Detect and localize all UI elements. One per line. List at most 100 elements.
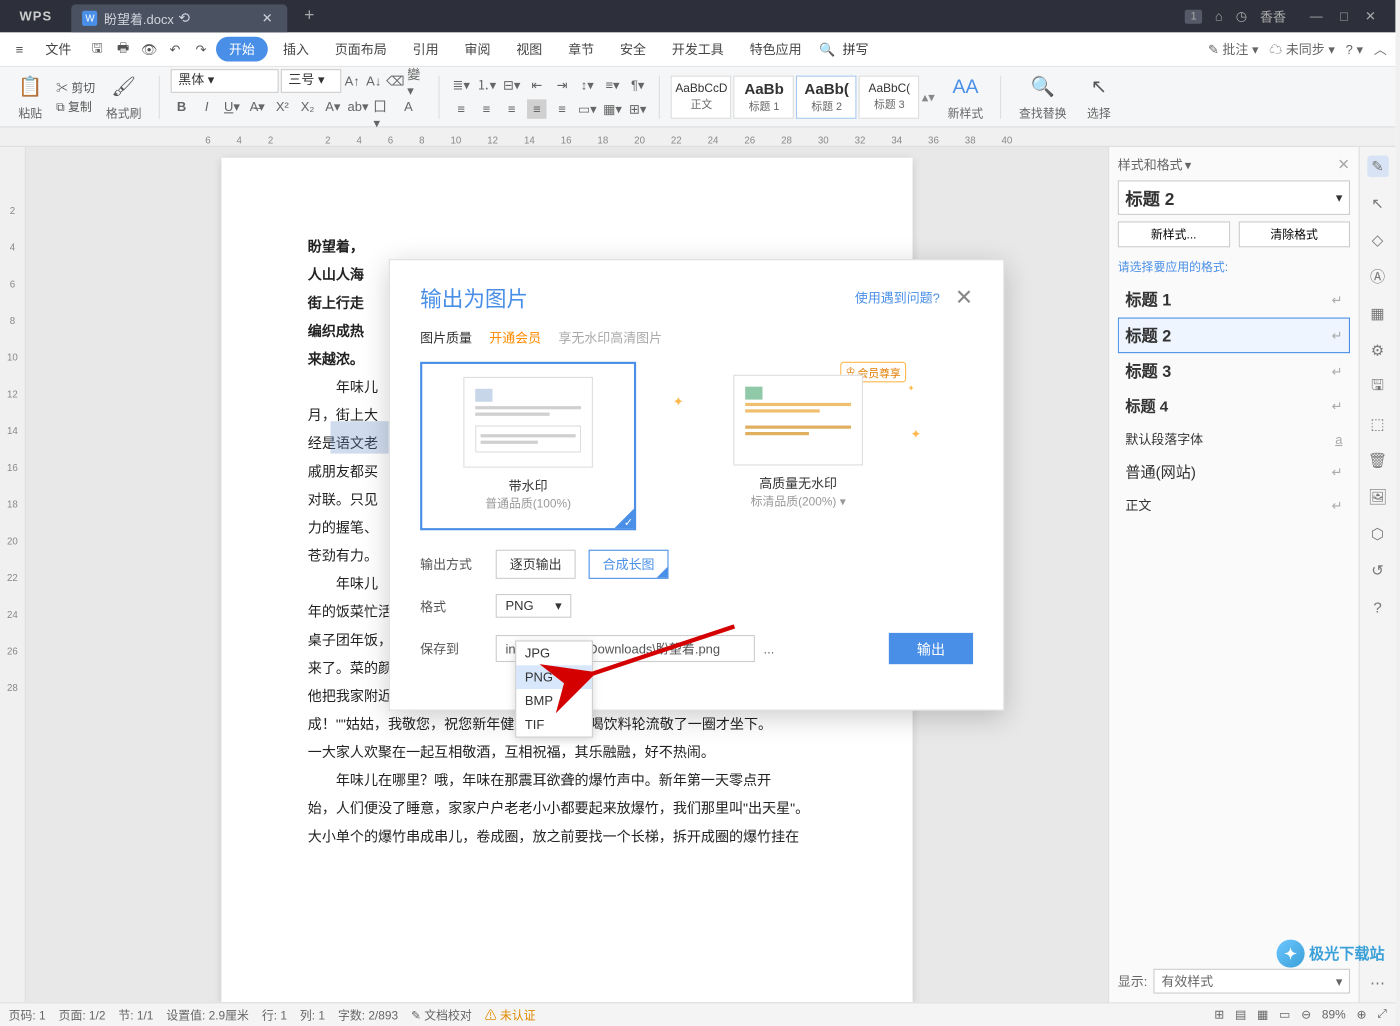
rail-save-icon[interactable]: 🖫: [1367, 376, 1389, 398]
menu-insert[interactable]: 插入: [272, 36, 320, 63]
rail-table-icon[interactable]: ▦: [1367, 302, 1389, 324]
current-style-select[interactable]: 标题 2▾: [1118, 180, 1350, 215]
status-col[interactable]: 列: 1: [300, 1006, 325, 1023]
style-item-default-font[interactable]: 默认段落字体a: [1118, 423, 1350, 454]
select-icon[interactable]: ↖: [1084, 72, 1114, 102]
panel-close-icon[interactable]: ✕: [1337, 156, 1350, 174]
status-proof[interactable]: ✎ 文档校对: [411, 1006, 472, 1023]
view-mode-icon[interactable]: ⊞: [1214, 1008, 1224, 1022]
browse-button[interactable]: ...: [764, 641, 775, 656]
vertical-ruler[interactable]: 246810121416182022242628: [0, 147, 26, 1002]
new-style-button[interactable]: 新样式...: [1118, 221, 1230, 247]
grow-font-icon[interactable]: A↑: [342, 72, 361, 91]
menu-start[interactable]: 开始: [216, 37, 268, 62]
border-icon[interactable]: ▦▾: [603, 99, 622, 118]
home-icon[interactable]: ⌂: [1215, 9, 1223, 24]
tab-quality[interactable]: 图片质量: [420, 328, 472, 346]
zoom-out-icon[interactable]: ⊖: [1301, 1008, 1311, 1022]
font-color-icon[interactable]: A▾: [323, 97, 342, 116]
menu-review[interactable]: 审阅: [454, 36, 502, 63]
menu-section[interactable]: 章节: [557, 36, 605, 63]
align-center-icon[interactable]: ≡: [477, 99, 496, 118]
rail-trash-icon[interactable]: 🗑: [1367, 449, 1389, 471]
new-style-icon[interactable]: AA: [950, 72, 980, 102]
notification-badge[interactable]: 1: [1185, 9, 1202, 23]
char-border-icon[interactable]: A: [399, 97, 418, 116]
rail-history-icon[interactable]: ↺: [1367, 559, 1389, 581]
show-filter-select[interactable]: 有效样式▾: [1154, 969, 1350, 994]
opt-bmp[interactable]: BMP: [516, 689, 592, 713]
status-page[interactable]: 页面: 1/2: [59, 1006, 106, 1023]
search-icon[interactable]: 🔍: [817, 38, 839, 60]
view-mode3-icon[interactable]: ▦: [1257, 1008, 1268, 1022]
cut-button[interactable]: ✂ 剪切: [56, 78, 95, 95]
opt-tif[interactable]: TIF: [516, 713, 592, 737]
export-button[interactable]: 输出: [889, 633, 973, 664]
menu-dev[interactable]: 开发工具: [661, 36, 734, 63]
rail-object-icon[interactable]: ⬚: [1367, 413, 1389, 435]
document-tab[interactable]: W 盼望着.docx ⟲ ✕: [72, 4, 288, 32]
redo-icon[interactable]: ↷: [190, 38, 212, 60]
quality-card-watermark[interactable]: 带水印 普通品质(100%) ✓: [420, 362, 636, 530]
superscript-icon[interactable]: X²: [273, 97, 292, 116]
zoom-value[interactable]: 89%: [1322, 1008, 1346, 1021]
style-gallery[interactable]: AaBbCcD正文 AaBb标题 1 AaBb(标题 2 AaBbC(标题 3 …: [671, 75, 937, 118]
rail-more-icon[interactable]: ⋯: [1367, 972, 1389, 994]
rail-shape-icon[interactable]: ◇: [1367, 229, 1389, 251]
tab-vip[interactable]: 开通会员: [489, 328, 541, 346]
maximize-button[interactable]: □: [1340, 9, 1348, 24]
strike-icon[interactable]: A̶▾: [247, 97, 266, 116]
para-mark-icon[interactable]: ¶▾: [628, 75, 647, 94]
rail-settings-icon[interactable]: ⚙: [1367, 339, 1389, 361]
align-right-icon[interactable]: ≡: [502, 99, 521, 118]
copy-button[interactable]: ⧉ 复制: [56, 98, 95, 115]
format-brush-icon[interactable]: 🖌: [109, 72, 139, 102]
shrink-font-icon[interactable]: A↓: [364, 72, 383, 91]
distribute-icon[interactable]: ≡: [552, 99, 571, 118]
dialog-help-link[interactable]: 使用遇到问题?: [855, 288, 940, 306]
paste-icon[interactable]: 📋: [15, 72, 45, 102]
bullets-icon[interactable]: ≣▾: [452, 75, 471, 94]
menu-special[interactable]: 特色应用: [739, 36, 812, 63]
find-replace-icon[interactable]: 🔍: [1028, 72, 1058, 102]
shading-icon[interactable]: ▭▾: [578, 99, 597, 118]
style-item-h3[interactable]: 标题 3↵: [1118, 353, 1350, 389]
menu-file[interactable]: 文件: [35, 36, 83, 63]
clear-format-icon[interactable]: ⌫: [386, 72, 405, 91]
hamburger-icon[interactable]: ≡: [9, 38, 31, 60]
status-section[interactable]: 节: 1/1: [118, 1006, 153, 1023]
status-auth[interactable]: ⚠ 未认证: [485, 1006, 536, 1023]
font-family-select[interactable]: 黑体 ▾: [171, 69, 279, 93]
status-setting[interactable]: 设置值: 2.9厘米: [166, 1006, 249, 1023]
user-name[interactable]: 香香: [1260, 7, 1286, 25]
status-words[interactable]: 字数: 2/893: [338, 1006, 398, 1023]
dialog-close-icon[interactable]: ✕: [955, 284, 973, 311]
rail-help-icon[interactable]: ?: [1367, 596, 1389, 618]
opt-jpg[interactable]: JPG: [516, 642, 592, 666]
numbering-icon[interactable]: ⒈▾: [477, 75, 496, 94]
opt-png[interactable]: PNG: [516, 665, 592, 689]
status-row[interactable]: 行: 1: [262, 1006, 287, 1023]
seg-page-by-page[interactable]: 逐页输出: [496, 550, 576, 579]
tab-close-icon[interactable]: ✕: [257, 9, 276, 28]
preview-icon[interactable]: 👁: [138, 38, 160, 60]
sort-icon[interactable]: ↕▾: [578, 75, 597, 94]
phonetic-icon[interactable]: 變▾: [407, 72, 426, 91]
style-item-h2[interactable]: 标题 2↵: [1118, 318, 1350, 354]
seg-merge-long[interactable]: 合成长图: [589, 550, 669, 579]
new-tab-button[interactable]: +: [296, 3, 322, 29]
window-close-button[interactable]: ✕: [1365, 9, 1376, 24]
view-read-icon[interactable]: ▭: [1279, 1008, 1290, 1022]
rail-select-icon[interactable]: ↖: [1367, 192, 1389, 214]
menu-view[interactable]: 视图: [506, 36, 554, 63]
save-icon[interactable]: 🖫: [86, 38, 108, 60]
tab-refresh-icon[interactable]: ⟲: [178, 10, 190, 27]
indent-dec-icon[interactable]: ⇤: [527, 75, 546, 94]
menu-security[interactable]: 安全: [609, 36, 657, 63]
minimize-button[interactable]: —: [1310, 9, 1323, 24]
user-avatar-icon[interactable]: ◷: [1236, 9, 1247, 24]
style-item-web[interactable]: 普通(网站)↵: [1118, 455, 1350, 490]
bold-icon[interactable]: B: [172, 97, 191, 116]
align-justify-icon[interactable]: ≡: [527, 99, 546, 118]
horizontal-ruler[interactable]: 642246810121416182022242628303234363840: [0, 127, 1395, 146]
